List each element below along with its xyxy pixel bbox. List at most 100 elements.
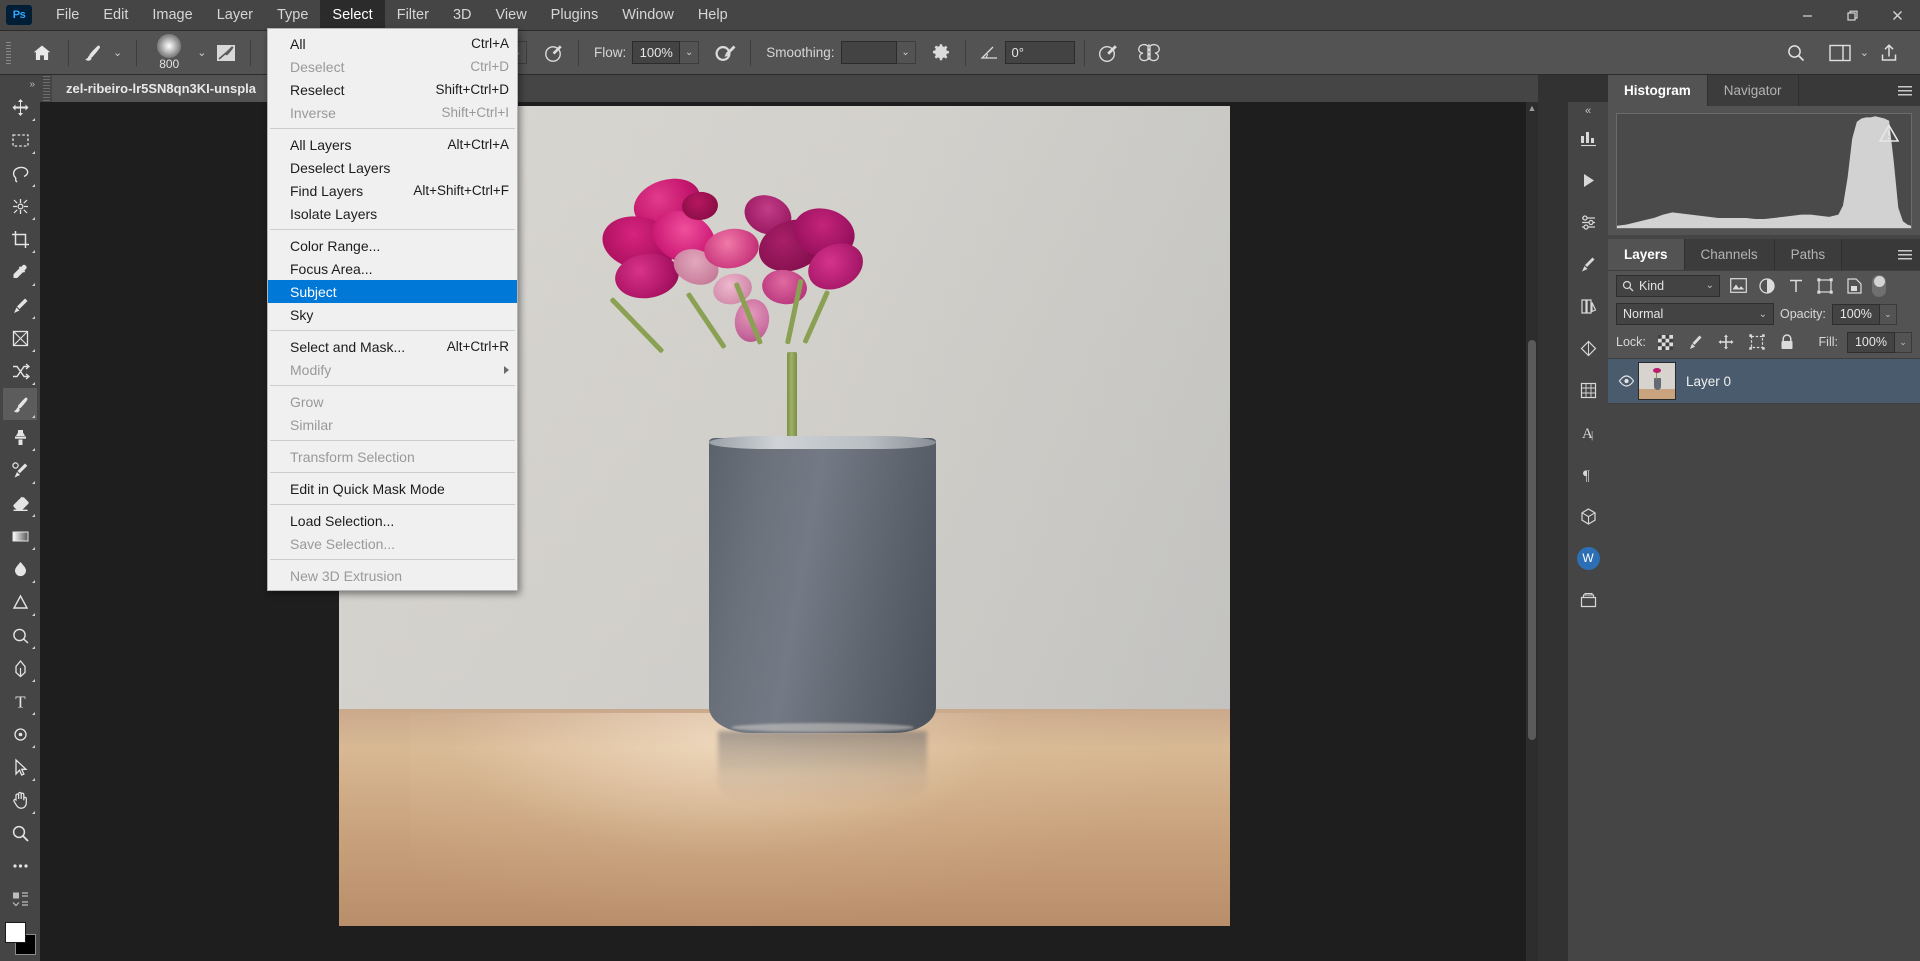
tab-layers[interactable]: Layers [1608,239,1685,270]
history-brush-tool[interactable] [3,454,37,486]
chevron-down-icon[interactable]: ⌄ [1759,309,1767,320]
tab-histogram[interactable]: Histogram [1608,75,1708,106]
lock-transparent-pixels-icon[interactable] [1655,331,1676,353]
menu-item-reselect[interactable]: ReselectShift+Ctrl+D [268,78,517,101]
tab-paths[interactable]: Paths [1775,239,1843,270]
filter-kind-select[interactable]: Kind ⌄ [1616,275,1720,297]
crop-tool[interactable] [3,223,37,255]
path-selection-tool[interactable] [3,718,37,750]
shape-layers-icon[interactable] [1814,275,1836,297]
play-icon[interactable] [1570,162,1606,198]
menu-item-all[interactable]: AllCtrl+A [268,32,517,55]
panel-menu-icon[interactable] [1898,75,1912,106]
patterns-icon[interactable] [1570,372,1606,408]
filter-toggle[interactable] [1872,275,1886,297]
chevron-down-icon[interactable]: ⌄ [1706,280,1714,291]
table-row[interactable]: Layer 0 [1608,358,1920,404]
blend-mode-select[interactable]: Normal ⌄ [1616,303,1774,325]
home-icon[interactable] [25,36,59,70]
brush-presets-icon[interactable] [1570,246,1606,282]
brush-size-preview[interactable]: 800 [146,33,192,73]
panel-menu-icon[interactable] [1898,239,1912,270]
brush-preset-chevron-down-icon[interactable]: ⌄ [192,46,211,59]
minimize-button[interactable] [1785,0,1830,31]
brush-tool-chevron-down-icon[interactable]: ⌄ [108,46,127,59]
workspace-chevron-down-icon[interactable]: ⌄ [1855,46,1874,59]
lasso-tool[interactable] [3,157,37,189]
menu-item-focus-area[interactable]: Focus Area... [268,257,517,280]
smoothing-input[interactable] [841,41,897,64]
butterfly-symmetry-icon[interactable] [1134,38,1164,68]
flow-chevron-down-icon[interactable]: ⌄ [680,41,699,64]
fill-chevron-down-icon[interactable]: ⌄ [1895,332,1912,353]
type-tool[interactable]: T [3,685,37,717]
menu-item-deselect-layers[interactable]: Deselect Layers [268,156,517,179]
lock-artboard-icon[interactable] [1746,331,1767,353]
clone-stamp-tool[interactable] [3,421,37,453]
menubar-item-layer[interactable]: Layer [205,0,265,31]
type-layers-icon[interactable] [1785,275,1807,297]
eraser-tool[interactable] [3,487,37,519]
menubar-item-3d[interactable]: 3D [441,0,484,31]
tab-navigator[interactable]: Navigator [1708,75,1799,106]
gear-icon[interactable] [926,38,956,68]
hand-tool[interactable] [3,784,37,816]
3d-icon[interactable] [1570,498,1606,534]
menu-item-subject[interactable]: Subject [268,280,517,303]
layer-thumbnail[interactable] [1638,362,1676,400]
select-menu-dropdown[interactable]: AllCtrl+ADeselectCtrl+DReselectShift+Ctr… [267,28,518,591]
menubar-item-file[interactable]: File [44,0,91,31]
blur-tool[interactable] [3,553,37,585]
menubar-item-plugins[interactable]: Plugins [539,0,611,31]
lock-image-pixels-icon[interactable] [1685,331,1706,353]
spot-healing-brush-tool[interactable] [3,289,37,321]
workspace-icon[interactable] [1825,38,1855,68]
search-icon[interactable] [1781,38,1811,68]
menu-item-isolate-layers[interactable]: Isolate Layers [268,202,517,225]
smart-object-icon[interactable] [1843,275,1865,297]
menu-item-edit-in-quick-mask-mode[interactable]: Edit in Quick Mask Mode [268,477,517,500]
menu-item-load-selection[interactable]: Load Selection... [268,509,517,532]
airbrush-icon[interactable] [711,38,741,68]
menu-item-sky[interactable]: Sky [268,303,517,326]
tablet-pressure-icon[interactable] [1094,38,1124,68]
menu-item-color-range[interactable]: Color Range... [268,234,517,257]
brush-tool-icon[interactable] [78,38,108,68]
menu-item-find-layers[interactable]: Find LayersAlt+Shift+Ctrl+F [268,179,517,202]
zoom-tool[interactable] [3,817,37,849]
gradient-tool[interactable] [3,520,37,552]
lock-all-icon[interactable] [1776,331,1797,353]
share-icon[interactable] [1874,38,1904,68]
scrollbar-thumb[interactable] [1528,340,1536,740]
flow-value[interactable]: 100% [632,41,680,64]
lock-position-icon[interactable] [1716,331,1737,353]
layer-fill-value[interactable]: 100% [1847,332,1895,353]
shuffle-tool[interactable] [3,355,37,387]
swatches-icon[interactable] [1570,288,1606,324]
scroll-up-arrow-icon[interactable]: ▲ [1526,102,1538,114]
eyedropper-tool[interactable] [3,256,37,288]
adjustment-layers-icon[interactable] [1756,275,1778,297]
workspace-icon[interactable]: W [1570,540,1606,576]
menubar-item-filter[interactable]: Filter [385,0,441,31]
menubar-item-view[interactable]: View [484,0,539,31]
menubar-item-help[interactable]: Help [686,0,740,31]
menubar-item-image[interactable]: Image [140,0,204,31]
adjustments-icon[interactable] [1570,204,1606,240]
close-button[interactable] [1875,0,1920,31]
document-tab[interactable]: zel-ribeiro-lr5SN8qn3KI-unspla [52,75,270,102]
menubar-item-window[interactable]: Window [610,0,686,31]
toolbar-collapse-icon[interactable]: » [0,77,40,91]
frame-tool[interactable] [3,322,37,354]
paragraph-icon[interactable]: ¶ [1570,456,1606,492]
move-tool[interactable] [3,91,37,123]
pen-tool[interactable] [3,652,37,684]
object-selection-tool[interactable] [3,190,37,222]
character-icon[interactable]: A| [1570,414,1606,450]
graph-icon[interactable] [1570,120,1606,156]
menubar-item-type[interactable]: Type [265,0,320,31]
canvas-vertical-scrollbar[interactable]: ▲ [1526,102,1538,961]
dodge-tool[interactable] [3,586,37,618]
angle-value[interactable]: 0° [1005,41,1075,64]
rail-collapse-icon[interactable]: « [1568,102,1608,120]
